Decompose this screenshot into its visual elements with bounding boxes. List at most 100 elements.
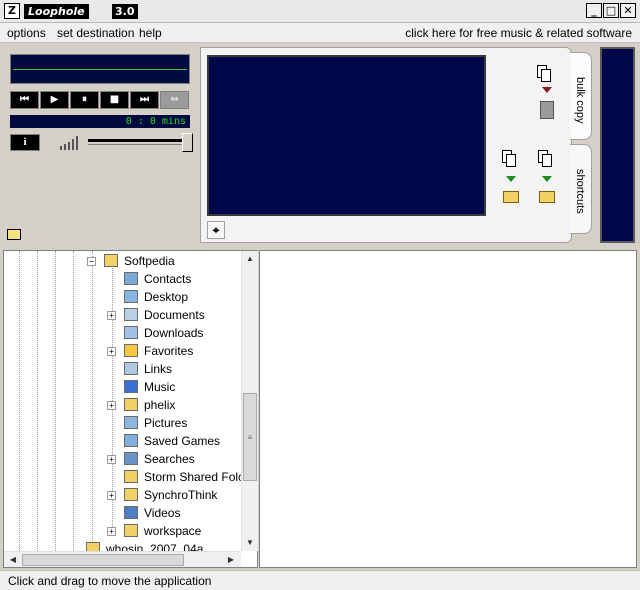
- position-slider-track[interactable]: [88, 139, 192, 142]
- tree-item-label: Pictures: [144, 416, 188, 430]
- tree-item[interactable]: + Documents: [4, 306, 241, 324]
- expand-icon[interactable]: +: [107, 311, 116, 320]
- tree-item[interactable]: Pictures: [4, 414, 241, 432]
- tab-shortcuts-label: shortcuts: [574, 169, 586, 214]
- title-bar[interactable]: Z Loophole 3.0 _ □ ✕: [0, 0, 640, 23]
- tree-item[interactable]: Storm Shared Folc: [4, 468, 241, 486]
- tree-vertical-scrollbar[interactable]: ▲ ≡ ▼: [241, 251, 258, 551]
- menu-set-destination[interactable]: set destination: [57, 26, 134, 40]
- expand-icon[interactable]: +: [107, 347, 116, 356]
- tree-item[interactable]: Videos: [4, 504, 241, 522]
- tree-item-label: phelix: [144, 398, 176, 412]
- tree-item[interactable]: + phelix: [4, 396, 241, 414]
- expand-icon[interactable]: +: [107, 527, 116, 536]
- status-bar: Click and drag to move the application: [0, 570, 640, 590]
- folder-icon: [124, 524, 138, 537]
- folder-icon: [104, 254, 118, 267]
- folder-tree-list: − Softpedia Contacts Desktop + Documents Downl…: [4, 251, 241, 551]
- repeat-icon: ⇔: [170, 94, 179, 105]
- tree-item[interactable]: Links: [4, 360, 241, 378]
- crosshair-icon[interactable]: ⌖: [207, 221, 225, 239]
- scroll-thumb[interactable]: [22, 554, 184, 566]
- tree-item[interactable]: Contacts: [4, 270, 241, 288]
- app-name: Loophole: [24, 4, 89, 19]
- tab-shortcuts[interactable]: shortcuts: [570, 144, 592, 234]
- scroll-left-icon[interactable]: ◀: [6, 552, 20, 568]
- previous-button[interactable]: ⏮: [10, 91, 39, 109]
- maximize-button[interactable]: □: [603, 3, 619, 18]
- folder-icon: [539, 191, 555, 203]
- browse-folder-icon[interactable]: [7, 229, 21, 240]
- copy-to-trash-button[interactable]: [535, 65, 559, 123]
- next-icon: ⏭: [140, 94, 149, 105]
- info-button[interactable]: i: [10, 134, 40, 151]
- tab-bulk-copy[interactable]: bulk copy: [570, 52, 592, 140]
- app-icon[interactable]: Z: [4, 3, 20, 19]
- status-text: Click and drag to move the application: [8, 574, 212, 588]
- collapse-icon[interactable]: −: [87, 257, 96, 266]
- video-screen[interactable]: [207, 55, 486, 216]
- tree-item[interactable]: Desktop: [4, 288, 241, 306]
- searches-icon: [124, 452, 138, 465]
- tree-item[interactable]: − Softpedia: [4, 252, 241, 270]
- tree-item[interactable]: + workspace: [4, 522, 241, 540]
- music-icon: [124, 380, 138, 393]
- tree-item-label: SynchroThink: [144, 488, 218, 502]
- tree-item[interactable]: whosin_2007_04a: [4, 540, 223, 551]
- menu-bar: options set destination help click here …: [0, 23, 640, 43]
- stop-button[interactable]: ■: [100, 91, 129, 109]
- close-button[interactable]: ✕: [620, 3, 636, 18]
- next-button[interactable]: ⏭: [130, 91, 159, 109]
- scroll-right-icon[interactable]: ▶: [224, 552, 238, 568]
- tree-item-label: Contacts: [144, 272, 192, 286]
- tree-item[interactable]: + SynchroThink: [4, 486, 241, 504]
- expand-icon[interactable]: +: [107, 401, 116, 410]
- copy-to-folder-button[interactable]: [536, 150, 558, 205]
- tree-item-label: Desktop: [144, 290, 189, 304]
- file-list[interactable]: [259, 250, 637, 568]
- menu-options[interactable]: options: [7, 26, 46, 40]
- level-meter: [600, 47, 635, 243]
- play-button[interactable]: ▶: [40, 91, 69, 109]
- scroll-thumb[interactable]: ≡: [243, 393, 257, 481]
- menu-help[interactable]: help: [139, 26, 162, 40]
- tree-item[interactable]: Music: [4, 378, 241, 396]
- tab-bulk-copy-label: bulk copy: [574, 77, 586, 124]
- repeat-button[interactable]: ⇔: [160, 91, 189, 109]
- tree-item[interactable]: + Favorites: [4, 342, 241, 360]
- volume-icon: [60, 136, 82, 150]
- minimize-button[interactable]: _: [586, 3, 602, 18]
- promo-link[interactable]: click here for free music & related soft…: [405, 26, 632, 40]
- folder-icon: [124, 470, 138, 483]
- tree-item-label: Storm Shared Folc: [144, 470, 241, 484]
- arrow-down-icon: [542, 176, 552, 182]
- position-slider-thumb[interactable]: [182, 133, 193, 152]
- favorites-icon: [124, 344, 138, 357]
- folder-icon: [124, 398, 138, 411]
- folder-tree[interactable]: − Softpedia Contacts Desktop + Documents Downl…: [3, 250, 258, 568]
- trash-icon: [540, 101, 554, 119]
- tree-item-label: Saved Games: [144, 434, 221, 448]
- videos-icon: [124, 506, 138, 519]
- tree-item-label: Downloads: [144, 326, 204, 340]
- scroll-down-icon[interactable]: ▼: [242, 535, 258, 551]
- document-icon: [542, 154, 552, 167]
- play-icon: ▶: [50, 94, 59, 105]
- pause-button[interactable]: ⏸: [70, 91, 99, 109]
- zip-folder-icon: [503, 191, 519, 203]
- expand-icon[interactable]: +: [107, 491, 116, 500]
- tree-item-label: Searches: [144, 452, 195, 466]
- tree-item-label: Documents: [144, 308, 205, 322]
- tree-item-label: whosin_2007_04a: [106, 542, 204, 551]
- tree-item[interactable]: Saved Games: [4, 432, 241, 450]
- tree-item[interactable]: + Searches: [4, 450, 241, 468]
- tree-horizontal-scrollbar[interactable]: ◀ ▶: [4, 551, 241, 567]
- copy-to-archive-button[interactable]: [500, 150, 522, 205]
- previous-icon: ⏮: [20, 94, 29, 105]
- document-icon: [541, 69, 551, 82]
- expand-icon[interactable]: +: [107, 455, 116, 464]
- scroll-up-icon[interactable]: ▲: [242, 251, 258, 267]
- tree-item[interactable]: Downloads: [4, 324, 241, 342]
- saved-games-icon: [124, 434, 138, 447]
- tree-item-label: Favorites: [144, 344, 194, 358]
